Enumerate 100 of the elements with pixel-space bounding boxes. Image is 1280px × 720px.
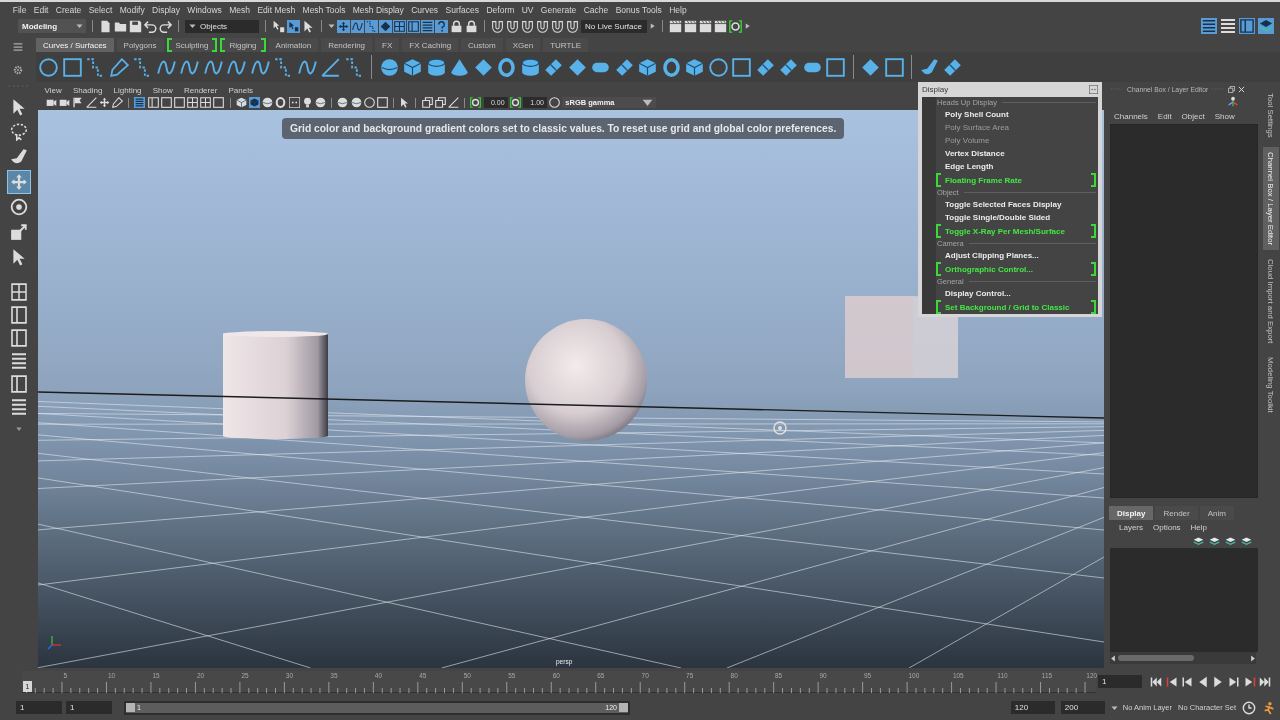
ring-icon[interactable] [497,57,516,77]
cube-object[interactable] [845,296,958,378]
cylinder-icon[interactable] [426,57,446,77]
file-icon[interactable] [99,19,112,33]
menu-item[interactable]: Orthographic Control... [936,262,1096,276]
grid-icon[interactable] [393,19,406,33]
menu-item[interactable]: Adjust Clipping Planes... [936,249,1096,262]
shelf-tab[interactable]: Rigging [220,38,266,52]
slab-icon[interactable] [544,57,563,77]
layer-tab[interactable]: Anim [1199,506,1234,520]
step-forward-icon[interactable] [1227,675,1240,688]
panes-icon[interactable] [407,19,420,33]
angle-icon[interactable] [85,97,97,108]
square-icon[interactable] [160,97,172,108]
menu-item[interactable]: Modify [116,4,149,15]
circle-icon[interactable] [39,57,58,77]
menu-item[interactable]: Help [665,4,691,15]
pencil-icon[interactable] [109,57,129,77]
current-frame-field[interactable]: 1 [1098,675,1142,688]
menu-item[interactable]: Bonus Tools [611,4,666,15]
rotate-icon[interactable] [8,196,30,218]
menu-item[interactable]: Edit Mesh [253,4,299,15]
menu-item[interactable]: Poly Shell Count [936,108,1096,121]
curve-icon[interactable] [351,19,364,33]
menu-item[interactable]: Help [1185,522,1213,532]
caret-icon[interactable] [16,426,22,432]
two-squares-icon[interactable] [434,97,446,108]
dotted-curve-icon[interactable] [365,19,378,33]
cylinder-icon[interactable] [520,57,540,77]
caret-icon[interactable] [189,23,196,29]
dotted-curve-icon[interactable] [274,57,293,77]
menu-item[interactable]: Toggle Selected Faces Display [936,198,1096,211]
play-icon[interactable] [1250,654,1256,662]
magnet-icon[interactable] [506,19,519,33]
shelf-tab[interactable]: Rendering [321,38,373,52]
play-back-icon[interactable] [1110,654,1116,662]
magnet-icon[interactable] [521,19,534,33]
layers-icon[interactable] [1193,536,1204,546]
shelf-tab[interactable]: Sculpting [166,38,218,52]
list-icon[interactable] [134,97,146,108]
diamond-icon[interactable] [379,19,392,33]
list-icon[interactable] [10,397,28,417]
camera-icon[interactable] [46,97,57,108]
square-icon[interactable] [376,97,388,108]
range-handle[interactable] [126,703,135,712]
runner-icon[interactable] [1262,700,1276,715]
layers-icon[interactable] [1225,536,1236,546]
cube-icon[interactable] [638,57,657,77]
menu-item[interactable]: File [9,4,31,15]
square-icon[interactable] [62,57,82,77]
square-icon[interactable] [826,57,845,77]
ring-icon[interactable] [275,97,287,108]
square-icon[interactable] [213,97,225,108]
sphere-icon[interactable] [337,97,349,108]
menu-item[interactable]: Edit [1152,111,1177,121]
menu-item[interactable]: Display [148,4,184,15]
list-icon[interactable] [421,19,434,33]
menu-item[interactable]: Lighting [107,85,148,95]
layers-icon[interactable] [1209,536,1220,546]
skip-start-icon[interactable] [1150,675,1162,688]
playback-start-field[interactable]: 1 [66,701,112,714]
bracketed-ring-icon[interactable] [509,97,521,108]
cube-icon[interactable] [249,97,260,108]
menu-item[interactable]: Show [147,85,179,95]
menu-icon[interactable] [13,41,23,52]
layers-icon[interactable] [1258,18,1274,34]
arrow-square-icon[interactable] [272,19,285,33]
circle-icon[interactable] [549,97,561,108]
menu-item[interactable]: Floating Frame Rate [936,173,1096,187]
menu-item[interactable]: Cache [580,4,612,15]
menu-item[interactable]: Deform [482,4,518,15]
cube-icon[interactable] [403,57,422,77]
axes-icon[interactable] [1228,96,1238,107]
live-surface-field[interactable]: No Live Surface [581,19,647,33]
sphere-object[interactable] [525,319,647,441]
panes-icon[interactable] [1239,18,1255,34]
square-icon[interactable] [884,57,904,77]
menu-item[interactable]: Renderer [178,85,223,95]
menu-item[interactable]: Toggle X-Ray Per Mesh/Surface [936,224,1096,238]
slab-icon[interactable] [943,57,962,77]
skip-end-icon[interactable] [1259,675,1272,688]
angle-icon[interactable] [448,97,459,108]
shelf-tab[interactable]: FX [375,38,400,52]
menu-item[interactable]: Vertex Distance [936,147,1096,160]
menu-item[interactable]: Shading [67,85,108,95]
arrow-icon[interactable] [302,19,315,33]
key-forward-icon[interactable] [1243,675,1256,688]
shelf-tab[interactable]: FX Caching [402,38,459,52]
shelf-tab[interactable]: Animation [268,38,319,52]
caret-right-icon[interactable] [744,23,751,29]
caret-icon[interactable] [76,23,83,29]
square-icon[interactable] [732,57,751,77]
menu-item[interactable]: View [39,85,68,95]
selection-mode-dropdown[interactable]: Objects [185,19,259,33]
dotted-curve-icon[interactable] [86,57,105,77]
clock-icon[interactable] [1242,700,1256,715]
lock-icon[interactable] [465,19,478,33]
brush-icon[interactable] [919,57,939,77]
clapper-icon[interactable] [699,19,712,33]
close-icon[interactable] [1238,85,1246,93]
